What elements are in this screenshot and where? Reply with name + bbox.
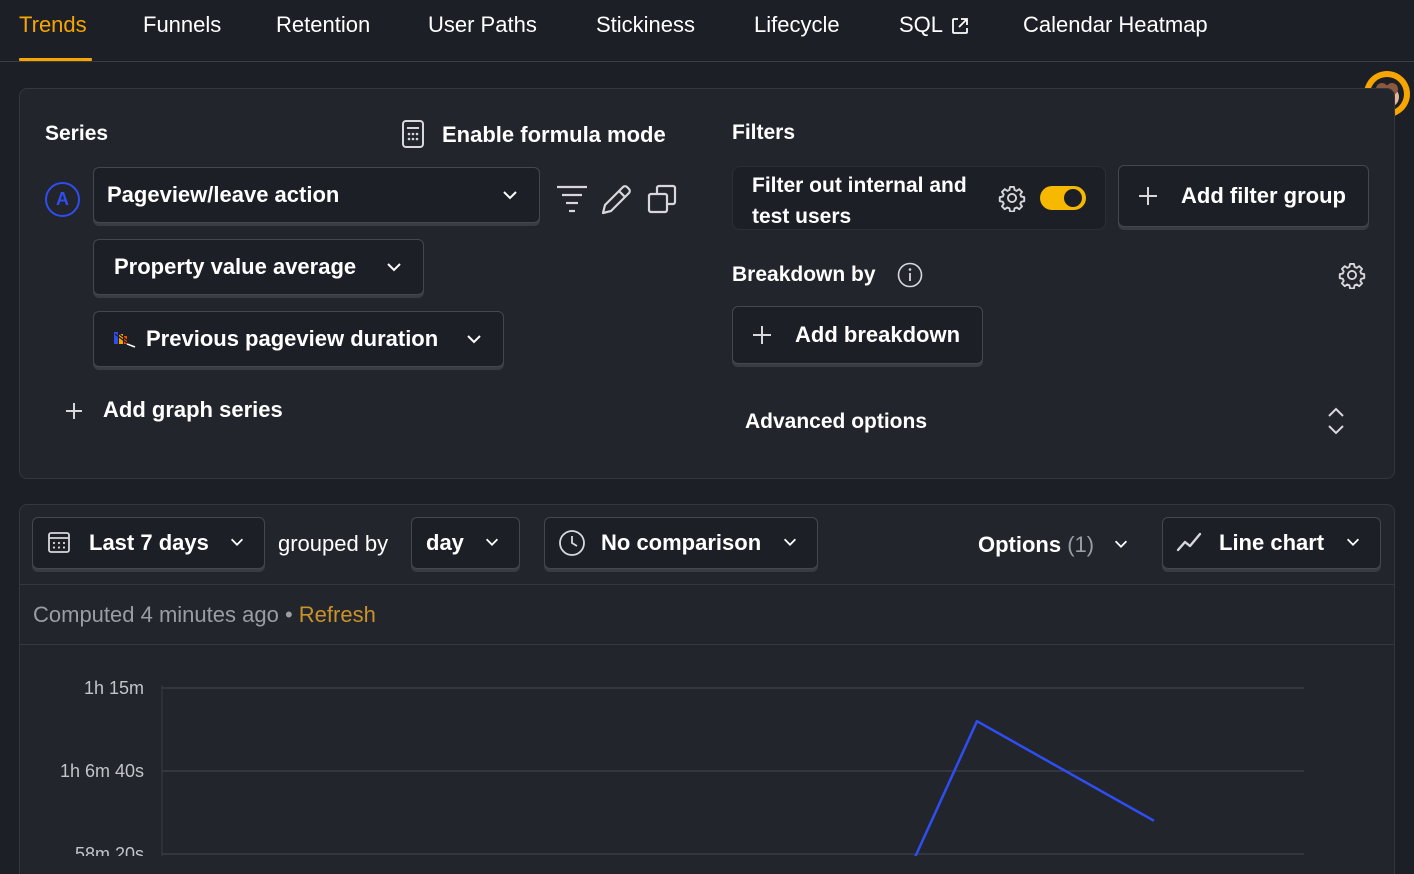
date-range-label: Last 7 days [89, 530, 209, 555]
options-count: (1) [1067, 532, 1095, 557]
series-letter-badge: A [45, 182, 80, 217]
interval-select[interactable]: day [411, 517, 520, 569]
grouped-by-label: grouped by [278, 531, 389, 556]
breakdown-settings-gear-icon[interactable] [1338, 261, 1366, 289]
active-tab-indicator [19, 58, 92, 61]
interval-label: day [426, 530, 464, 555]
chevron-down-icon [1346, 538, 1360, 546]
math-select-label: Property value average [114, 254, 357, 279]
event-select[interactable]: Pageview/leave action [93, 167, 540, 223]
status-separator: • [284, 602, 293, 627]
tab-trends[interactable]: Trends [19, 12, 87, 38]
tab-calendar-heatmap[interactable]: Calendar Heatmap [1023, 12, 1208, 38]
computed-label: Computed 4 minutes ago [33, 602, 279, 627]
add-graph-series-button[interactable]: Add graph series [103, 397, 283, 423]
internal-users-filter-label: Filter out internal and test users [752, 174, 967, 228]
y-tick-label: 1h 15m [84, 678, 144, 698]
unfold-icon[interactable] [1325, 406, 1347, 436]
math-select[interactable]: Property value average [93, 239, 424, 295]
gear-icon[interactable] [998, 184, 1026, 212]
tab-sql[interactable]: SQL [899, 12, 943, 38]
property-type-icon [114, 332, 136, 348]
info-icon[interactable] [897, 262, 923, 288]
plus-icon [1139, 187, 1157, 205]
add-filter-group-label: Add filter group [1181, 183, 1346, 208]
computed-status: Computed 4 minutes ago • Refresh [33, 602, 376, 628]
tab-retention[interactable]: Retention [276, 12, 370, 38]
trend-line-chart: 1h 15m 1h 6m 40s 58m 20s [20, 645, 1394, 856]
options-button[interactable]: Options (1) [978, 532, 1094, 558]
event-select-label: Pageview/leave action [107, 182, 340, 207]
filters-title: Filters [732, 121, 796, 144]
pencil-icon[interactable] [600, 183, 633, 216]
property-select-label: Previous pageview duration [146, 326, 439, 351]
breakdown-title: Breakdown by [732, 263, 876, 286]
tab-lifecycle[interactable]: Lifecycle [754, 12, 840, 38]
clock-icon [559, 530, 585, 556]
calendar-icon [48, 532, 70, 553]
property-select[interactable]: Previous pageview duration [93, 311, 504, 367]
toolbar-divider [20, 584, 1394, 585]
refresh-link[interactable]: Refresh [299, 602, 376, 627]
comparison-label: No comparison [601, 530, 762, 555]
chevron-down-icon [485, 538, 499, 546]
add-breakdown-label: Add breakdown [795, 322, 961, 347]
chevron-down-icon [387, 263, 401, 272]
series-line[interactable] [890, 719, 1155, 856]
tab-user-paths[interactable]: User Paths [428, 12, 537, 38]
y-tick-label: 58m 20s [75, 844, 144, 856]
tab-stickiness[interactable]: Stickiness [596, 12, 695, 38]
options-label: Options [978, 532, 1062, 557]
chevron-down-icon [1114, 540, 1128, 548]
tab-sql-label: SQL [899, 12, 944, 37]
chevron-down-icon [230, 538, 244, 546]
external-link-icon [952, 18, 968, 34]
chart-type-label: Line chart [1219, 530, 1325, 555]
filter-lines-icon[interactable] [556, 184, 588, 214]
internal-users-toggle[interactable] [1040, 186, 1086, 210]
enable-formula-mode-button[interactable]: Enable formula mode [442, 122, 666, 148]
calculator-icon [402, 120, 424, 148]
plus-icon [66, 403, 82, 419]
chart-svg: 1h 15m 1h 6m 40s 58m 20s [60, 678, 1304, 856]
line-chart-icon [1176, 532, 1202, 552]
insight-type-tabs: Trends Funnels Retention User Paths Stic… [0, 0, 1414, 62]
series-title: Series [45, 122, 109, 145]
y-tick-label: 1h 6m 40s [60, 761, 144, 781]
chevron-down-icon [467, 335, 481, 344]
chevron-down-icon [783, 538, 797, 546]
duplicate-icon[interactable] [647, 184, 678, 215]
advanced-options-toggle[interactable]: Advanced options [745, 410, 927, 434]
plus-icon [753, 326, 771, 344]
chevron-down-icon [503, 191, 517, 200]
tab-funnels[interactable]: Funnels [143, 12, 221, 38]
